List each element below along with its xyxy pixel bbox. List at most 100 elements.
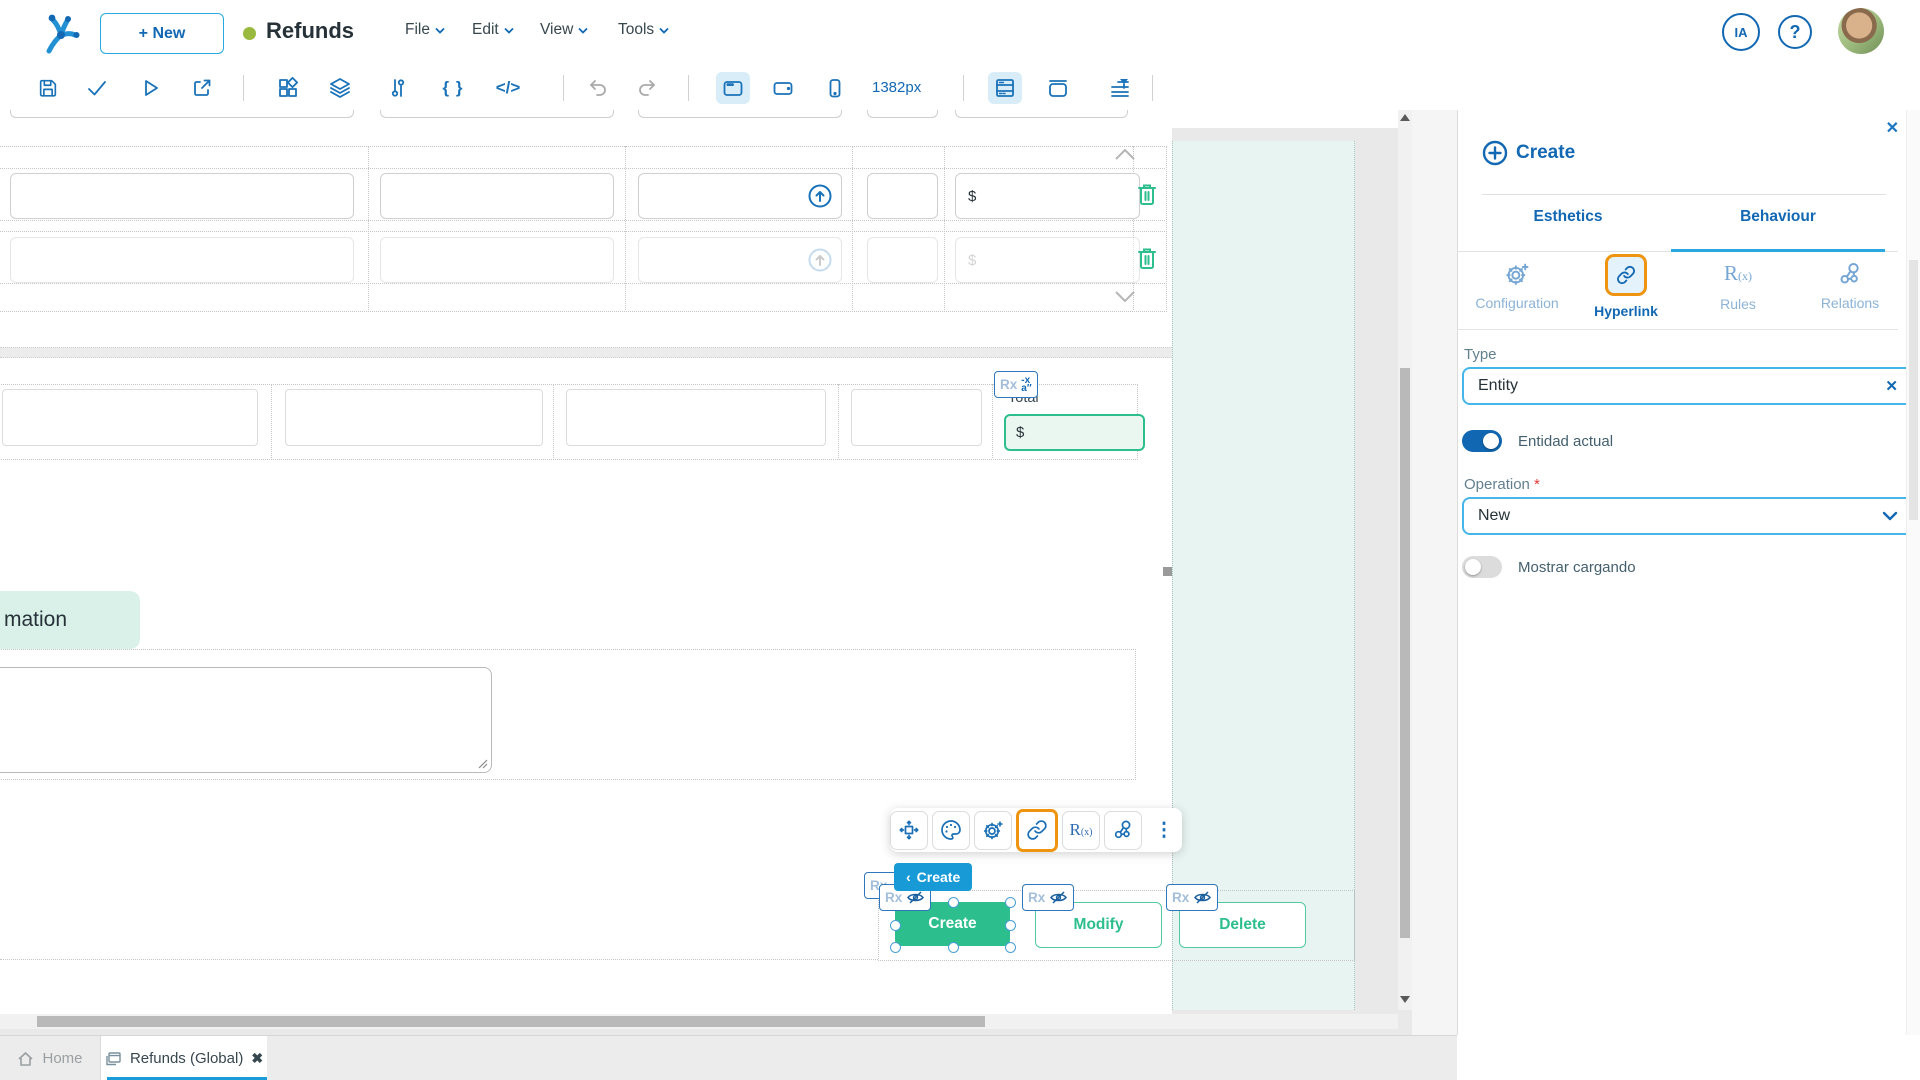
text-input[interactable] [867,237,938,283]
ia-badge[interactable]: IA [1722,13,1760,51]
move-button[interactable] [890,810,928,850]
run-button[interactable] [133,72,167,104]
text-input[interactable] [10,173,354,219]
scroll-down-arrow[interactable] [1400,996,1410,1003]
variables-button[interactable]: { } [436,72,470,104]
selection-breadcrumb[interactable]: ‹ Create [894,863,973,891]
total-rx-chip[interactable]: Rx -x a″ [994,371,1038,398]
panel-close-button[interactable]: ✕ [1886,118,1899,138]
tab-refunds-global[interactable]: Refunds (Global) ✖ [101,1036,267,1080]
upload-input[interactable] [638,173,842,219]
rx-label: Rx [1000,377,1018,392]
text-input[interactable] [10,237,354,283]
text-input[interactable] [851,389,982,446]
text-input[interactable] [867,173,938,219]
style-button[interactable] [932,810,970,850]
operation-select[interactable]: New [1462,497,1914,535]
validate-button[interactable] [80,72,114,104]
type-input[interactable]: Entity ✕ [1462,367,1914,405]
rx-visibility-chip[interactable]: Rx [1022,884,1075,911]
selection-handle[interactable] [890,942,901,953]
collapse-up-chevron[interactable] [1114,148,1136,166]
flows-button[interactable] [381,72,415,104]
hyperlink-button[interactable] [1016,808,1058,852]
tab-esthetics[interactable]: Esthetics [1463,208,1673,226]
toolbar-divider [688,75,689,101]
layers-button[interactable] [323,72,357,104]
redo-button[interactable] [630,72,664,104]
grid-line [0,220,1165,221]
collapse-down-chevron[interactable] [1114,290,1136,308]
delete-row-button[interactable] [1136,246,1158,277]
configuration-button[interactable] [974,810,1012,850]
subtab-configuration[interactable]: Configuration [1461,260,1573,311]
export-button[interactable] [185,72,219,104]
container-frame-button[interactable] [1041,72,1075,104]
tab-behaviour[interactable]: Behaviour [1673,208,1883,226]
horizontal-scroll-thumb[interactable] [37,1016,985,1027]
undo-button[interactable] [581,72,615,104]
rules-button[interactable]: R(x) [1062,810,1100,850]
entity-toggle[interactable] [1462,430,1502,452]
relations-button[interactable] [1104,810,1142,850]
new-button[interactable]: + New [100,13,224,54]
layout-panels-button[interactable] [988,72,1022,104]
canvas-horizontal-scrollbar[interactable] [0,1014,1398,1029]
selection-handle[interactable] [1005,920,1016,931]
text-input[interactable] [285,389,543,446]
save-button[interactable] [31,72,65,104]
section-label[interactable]: mation [0,591,140,649]
menu-tools[interactable]: Tools [618,21,669,39]
help-button[interactable]: ? [1778,15,1812,49]
subtab-relations[interactable]: Relations [1794,260,1906,311]
subtab-rules[interactable]: R(x) Rules [1682,260,1794,312]
upload-icon[interactable] [807,183,833,209]
selection-handle[interactable] [1005,897,1016,908]
comments-textarea[interactable] [0,667,492,773]
canvas-vertical-scrollbar[interactable] [1398,110,1412,1010]
selection-handle[interactable] [948,897,959,908]
subtab-hyperlink[interactable]: Hyperlink [1570,254,1682,319]
currency-input[interactable]: $ [955,173,1140,219]
repeater-grid[interactable] [0,146,1167,312]
rx-visibility-chip[interactable]: Rx [1166,884,1219,911]
app-logo-icon[interactable] [42,12,82,54]
resize-handle-icon[interactable] [478,759,488,769]
tab-close-icon[interactable]: ✖ [251,1050,263,1067]
selected-container-region[interactable] [1172,141,1355,1010]
delete-row-button[interactable] [1136,182,1158,213]
mobile-view-button[interactable] [818,72,852,104]
panel-scroll-thumb[interactable] [1909,260,1918,520]
text-input[interactable] [566,389,826,446]
user-avatar[interactable] [1838,8,1884,54]
clear-field-icon[interactable]: ✕ [1885,377,1898,395]
upload-input[interactable] [638,237,842,283]
align-distribute-button[interactable] [1103,72,1137,104]
components-button[interactable] [271,72,305,104]
desktop-view-button[interactable] [716,72,750,104]
text-input[interactable] [380,237,614,283]
text-input[interactable] [2,389,258,446]
vertical-scroll-thumb[interactable] [1400,368,1410,938]
toggle-label: Mostrar cargando [1518,558,1636,576]
currency-input[interactable]: $ [955,237,1140,283]
total-currency-field[interactable]: $ [1004,414,1145,451]
selection-handle[interactable] [1005,942,1016,953]
more-options-button[interactable]: ⋮ [1146,811,1182,849]
tablet-view-button[interactable] [766,72,800,104]
viewport-width-label[interactable]: 1382px [872,79,921,96]
selection-handle[interactable] [948,942,959,953]
top-bar: + New Refunds File Edit View Tools IA ? [0,0,1920,68]
tab-home[interactable]: Home [0,1036,101,1080]
selection-handle[interactable] [890,920,901,931]
menu-view[interactable]: View [540,21,588,39]
source-code-button[interactable]: </> [491,72,525,104]
scroll-up-arrow[interactable] [1400,114,1410,121]
panel-scrollbar[interactable] [1906,110,1920,1080]
menu-edit[interactable]: Edit [472,21,514,39]
element-toolbar: R(x) ⋮ [890,808,1182,852]
loading-toggle[interactable] [1462,556,1502,578]
text-input[interactable] [380,173,614,219]
container-edge-handle[interactable] [1163,567,1172,576]
menu-file[interactable]: File [405,21,445,39]
